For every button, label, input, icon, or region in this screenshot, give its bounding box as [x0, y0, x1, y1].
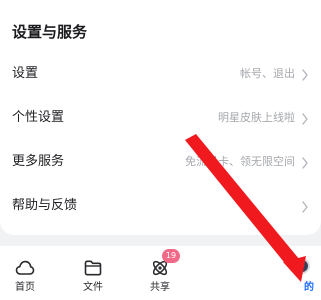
chevron-right-icon	[302, 157, 308, 169]
bottom-tab-bar: 首页 文件 19 共享 的	[0, 246, 321, 300]
share-badge: 19	[162, 249, 180, 263]
row-label: 帮助与反馈	[12, 198, 78, 213]
row-value: 免流量卡、领无限空间	[185, 155, 295, 168]
settings-row[interactable]: 设置 帐号、退出	[0, 53, 321, 97]
chevron-right-icon	[302, 201, 308, 213]
more-services-row[interactable]: 更多服务 免流量卡、领无限空间	[0, 141, 321, 185]
settings-services-card: 设置与服务 设置 帐号、退出 个性设置 明星皮肤上线啦 更多服务 免流量卡、领无…	[0, 0, 321, 235]
tab-label: 文件	[83, 282, 103, 293]
cloud-icon	[15, 260, 35, 275]
tab-share[interactable]: 19 共享	[137, 249, 183, 296]
tab-label: 的	[304, 282, 314, 293]
row-label: 更多服务	[12, 154, 65, 169]
tab-home[interactable]: 首页	[2, 256, 48, 296]
tab-me[interactable]: 的	[278, 256, 321, 296]
personalization-row[interactable]: 个性设置 明星皮肤上线啦	[0, 97, 321, 141]
section-title: 设置与服务	[12, 23, 88, 41]
tab-label: 共享	[150, 282, 170, 293]
help-feedback-row[interactable]: 帮助与反馈	[0, 185, 321, 229]
tab-files[interactable]: 文件	[70, 256, 116, 296]
row-value: 帐号、退出	[240, 67, 295, 80]
row-label: 个性设置	[12, 110, 65, 125]
row-label: 设置	[12, 66, 39, 81]
row-value: 明星皮肤上线啦	[218, 111, 295, 124]
chevron-right-icon	[302, 69, 308, 81]
app-screen: 设置与服务 设置 帐号、退出 个性设置 明星皮肤上线啦 更多服务 免流量卡、领无…	[0, 0, 321, 300]
tab-label: 首页	[15, 282, 35, 293]
chevron-right-icon	[302, 113, 308, 125]
folder-icon	[84, 260, 102, 276]
avatar	[294, 258, 310, 274]
